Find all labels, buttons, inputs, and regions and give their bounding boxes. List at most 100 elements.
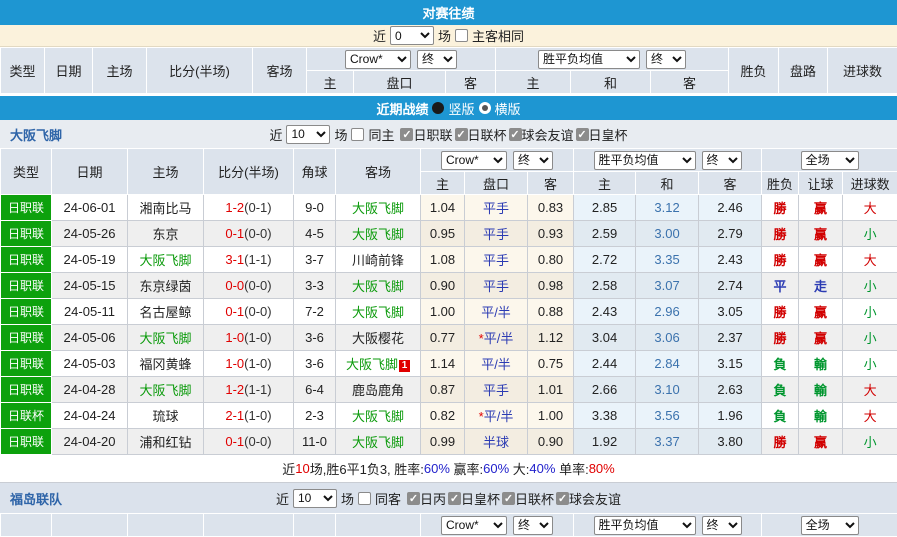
home-team-cell: 大阪飞脚 bbox=[128, 325, 204, 351]
h2h-count-select[interactable]: 0 bbox=[390, 26, 434, 45]
half-time-score: (1-0) bbox=[244, 356, 271, 371]
avg-away-odds: 2.63 bbox=[699, 377, 762, 403]
league-checkbox[interactable]: ✓ bbox=[576, 128, 589, 141]
handicap-text: 平/半 bbox=[484, 409, 514, 424]
crow-home-odds: 1.08 bbox=[421, 247, 465, 273]
horizontal-layout-radio[interactable] bbox=[479, 102, 491, 114]
league-checkbox[interactable]: ✓ bbox=[407, 492, 420, 505]
same-home-checkbox[interactable] bbox=[351, 128, 364, 141]
home-team-name[interactable]: 东京绿茵 bbox=[139, 279, 191, 294]
home-team-name[interactable]: 名古屋鲸 bbox=[139, 305, 191, 320]
away-team-name[interactable]: 大阪飞脚 bbox=[352, 279, 404, 294]
same-away-checkbox[interactable] bbox=[358, 492, 371, 505]
league-checkbox[interactable]: ✓ bbox=[455, 128, 468, 141]
outcome-cell: 平 bbox=[762, 273, 799, 299]
league-checkbox[interactable]: ✓ bbox=[509, 128, 522, 141]
vertical-layout-radio[interactable] bbox=[432, 102, 444, 114]
recent-final-select-1[interactable]: 终 bbox=[513, 151, 553, 170]
h2h-final-select-1[interactable]: 终 bbox=[417, 50, 457, 69]
h2h-games-label: 场 bbox=[438, 26, 451, 45]
home-team-name[interactable]: 浦和红钻 bbox=[139, 435, 191, 450]
match-type-badge[interactable]: 日职联 bbox=[1, 273, 52, 299]
recent-col-corner: 角球 bbox=[294, 149, 336, 195]
home-team-name[interactable]: 东京 bbox=[152, 227, 178, 242]
match-type-badge[interactable]: 日职联 bbox=[1, 429, 52, 455]
fukushima-count-select[interactable]: 10 bbox=[293, 489, 337, 508]
home-team-name[interactable]: 大阪飞脚 bbox=[139, 383, 191, 398]
league-checkbox[interactable]: ✓ bbox=[502, 492, 515, 505]
home-team-name[interactable]: 大阪飞脚 bbox=[139, 253, 191, 268]
crow-home-odds: 0.87 bbox=[421, 377, 465, 403]
same-home-away-checkbox[interactable] bbox=[455, 29, 468, 42]
summary-part: 大: bbox=[509, 459, 529, 478]
home-team-name[interactable]: 琉球 bbox=[152, 409, 178, 424]
away-team-name[interactable]: 大阪飞脚 bbox=[346, 357, 398, 372]
same-home-label: 同主 bbox=[368, 125, 394, 144]
fukushima-avg-select[interactable]: 胜平负均值 bbox=[594, 516, 696, 535]
summary-part: 60% bbox=[424, 461, 450, 476]
away-team-name[interactable]: 鹿岛鹿角 bbox=[352, 383, 404, 398]
recent-scope-select[interactable]: 全场 bbox=[801, 151, 859, 170]
recent-sub-away: 客 bbox=[528, 172, 574, 195]
gamba-near-label: 近 bbox=[269, 125, 282, 144]
recent-bookmaker-select[interactable]: Crow* bbox=[441, 151, 507, 170]
league-checkbox[interactable]: ✓ bbox=[400, 128, 413, 141]
summary-part: 场,胜6平1负3, 胜率: bbox=[310, 459, 424, 478]
league-label: 日皇杯 bbox=[589, 125, 628, 144]
avg-draw-odds: 3.56 bbox=[636, 403, 699, 429]
crow-home-odds: 0.99 bbox=[421, 429, 465, 455]
gamba-team-name[interactable]: 大阪飞脚 bbox=[10, 125, 62, 144]
gamba-count-select[interactable]: 10 bbox=[286, 125, 330, 144]
away-team-name[interactable]: 大阪飞脚 bbox=[352, 201, 404, 216]
corner-score: 3-7 bbox=[294, 247, 336, 273]
score-cell: 0-0(0-0) bbox=[204, 273, 294, 299]
fukushima-col-score bbox=[204, 514, 294, 537]
fukushima-final-select-2[interactable]: 终 bbox=[702, 516, 742, 535]
match-type-badge[interactable]: 日职联 bbox=[1, 247, 52, 273]
fukushima-scope-select[interactable]: 全场 bbox=[801, 516, 859, 535]
h2h-avg-select[interactable]: 胜平负均值 bbox=[538, 50, 640, 69]
vertical-layout-label: 竖版 bbox=[448, 99, 474, 118]
half-time-score: (0-0) bbox=[244, 278, 271, 293]
fukushima-col-date bbox=[52, 514, 128, 537]
outcome-cell: 勝 bbox=[762, 325, 799, 351]
score-cell: 1-2(1-1) bbox=[204, 377, 294, 403]
recent-final-select-2[interactable]: 终 bbox=[702, 151, 742, 170]
fukushima-final-select-1[interactable]: 终 bbox=[513, 516, 553, 535]
away-team-name[interactable]: 大阪飞脚 bbox=[352, 227, 404, 242]
home-team-name[interactable]: 福冈黄蜂 bbox=[139, 357, 191, 372]
avg-draw-odds: 2.84 bbox=[636, 351, 699, 377]
fukushima-crow-group: Crow* 终 bbox=[421, 514, 574, 537]
home-team-cell: 东京绿茵 bbox=[128, 273, 204, 299]
match-type-badge[interactable]: 日职联 bbox=[1, 325, 52, 351]
avg-home-odds: 2.85 bbox=[574, 195, 636, 221]
match-row: 日职联24-06-01湘南比马1-2(0-1)9-0大阪飞脚1.04平手0.83… bbox=[1, 195, 897, 221]
h2h-bookmaker-select[interactable]: Crow* bbox=[345, 50, 411, 69]
match-type-badge[interactable]: 日职联 bbox=[1, 299, 52, 325]
away-team-name[interactable]: 川崎前锋 bbox=[352, 253, 404, 268]
away-team-name[interactable]: 大阪飞脚 bbox=[352, 409, 404, 424]
recent-avg-select[interactable]: 胜平负均值 bbox=[594, 151, 696, 170]
match-type-badge[interactable]: 日职联 bbox=[1, 195, 52, 221]
handicap-path-cell: 赢 bbox=[799, 221, 843, 247]
fukushima-team-name[interactable]: 福岛联队 bbox=[10, 489, 62, 508]
recent-sub-handicap: 盘口 bbox=[465, 172, 528, 195]
match-type-badge[interactable]: 日职联 bbox=[1, 351, 52, 377]
h2h-final-select-2[interactable]: 终 bbox=[646, 50, 686, 69]
league-checkbox[interactable]: ✓ bbox=[556, 492, 569, 505]
home-team-name[interactable]: 大阪飞脚 bbox=[139, 331, 191, 346]
league-checkbox[interactable]: ✓ bbox=[448, 492, 461, 505]
fukushima-bookmaker-select[interactable]: Crow* bbox=[441, 516, 507, 535]
home-team-name[interactable]: 湘南比马 bbox=[139, 201, 191, 216]
h2h-sub-avg-away: 客 bbox=[651, 71, 729, 94]
summary-part: 近 bbox=[282, 459, 295, 478]
match-type-badge[interactable]: 日联杯 bbox=[1, 403, 52, 429]
match-type-badge[interactable]: 日职联 bbox=[1, 377, 52, 403]
crow-handicap-cell: 平/半 bbox=[465, 299, 528, 325]
away-team-name[interactable]: 大阪飞脚 bbox=[352, 435, 404, 450]
away-team-name[interactable]: 大阪樱花 bbox=[352, 331, 404, 346]
outcome-cell: 負 bbox=[762, 377, 799, 403]
match-type-badge[interactable]: 日职联 bbox=[1, 221, 52, 247]
same-away-label: 同客 bbox=[375, 489, 401, 508]
away-team-name[interactable]: 大阪飞脚 bbox=[352, 305, 404, 320]
